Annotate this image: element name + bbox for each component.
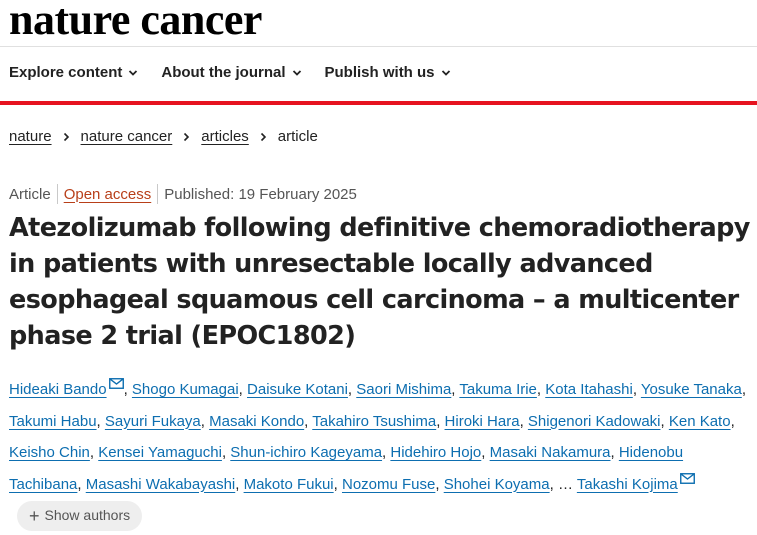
author-link[interactable]: Takuma Irie (459, 381, 537, 398)
author-link[interactable]: Hidehiro Hojo (390, 444, 481, 461)
main-nav: Explore content About the journal Publis… (9, 64, 474, 81)
breadcrumb-articles[interactable]: articles (201, 128, 249, 145)
breadcrumb-nature-cancer[interactable]: nature cancer (81, 128, 173, 145)
nav-publish-with-us[interactable]: Publish with us (325, 64, 451, 81)
nav-item-label: Publish with us (324, 64, 435, 81)
published-date: Published: 19 February 2025 (164, 185, 357, 203)
breadcrumb-current: article (277, 128, 318, 145)
author-link[interactable]: Hideaki Bando (9, 381, 107, 398)
author-link[interactable]: Takumi Habu (9, 413, 97, 430)
nav-item-label: About the journal (161, 64, 286, 81)
chevron-down-icon (292, 69, 301, 76)
author-ellipsis: … (557, 475, 573, 493)
accent-bar (0, 101, 757, 105)
author-link[interactable]: Kota Itahashi (545, 381, 633, 398)
author-link[interactable]: Hiroki Hara (445, 413, 520, 430)
author-link[interactable]: Shogo Kumagai (132, 381, 239, 398)
journal-logo[interactable]: nature cancer (9, 0, 262, 45)
chevron-right-icon (184, 132, 190, 141)
article-title: Atezolizumab following definitive chemor… (9, 213, 750, 351)
mail-icon[interactable] (108, 378, 124, 389)
author-link[interactable]: Takashi Kojima (577, 476, 678, 493)
plus-icon: + (29, 506, 40, 527)
author-link[interactable]: Shigenori Kadowaki (528, 413, 661, 430)
author-link[interactable]: Ken Kato (669, 413, 731, 430)
chevron-down-icon (441, 69, 450, 76)
chevron-down-icon (129, 69, 138, 76)
meta-divider (157, 184, 159, 204)
author-link[interactable]: Masaki Kondo (209, 413, 304, 430)
author-list: Hideaki Bando, Shogo Kumagai, Daisuke Ko… (9, 374, 749, 532)
chevron-right-icon (260, 132, 266, 141)
article-meta: Article Open access Published: 19 Februa… (9, 184, 357, 204)
show-authors-label: Show authors (44, 507, 131, 524)
author-link[interactable]: Masaki Nakamura (490, 444, 611, 461)
author-link[interactable]: Shohei Koyama (444, 476, 550, 493)
breadcrumb-nature[interactable]: nature (9, 128, 52, 145)
breadcrumb: nature nature cancer articles article (9, 128, 318, 145)
author-link[interactable]: Masashi Wakabayashi (86, 476, 236, 493)
author-link[interactable]: Shun-ichiro Kageyama (230, 444, 382, 461)
author-link[interactable]: Kensei Yamaguchi (98, 444, 222, 461)
author-link[interactable]: Nozomu Fuse (342, 476, 435, 493)
author-link[interactable]: Saori Mishima (356, 381, 451, 398)
nav-about-journal[interactable]: About the journal (161, 64, 301, 81)
open-access-link[interactable]: Open access (64, 186, 152, 203)
nav-item-label: Explore content (9, 64, 123, 81)
show-authors-button[interactable]: + Show authors (17, 501, 143, 532)
author-link[interactable]: Yosuke Tanaka (641, 381, 742, 398)
header-divider (0, 46, 757, 47)
nav-explore-content[interactable]: Explore content (9, 64, 138, 81)
chevron-right-icon (63, 132, 69, 141)
author-link[interactable]: Sayuri Fukaya (105, 413, 201, 430)
meta-divider (56, 184, 58, 204)
author-link[interactable]: Makoto Fukui (244, 476, 334, 493)
author-link[interactable]: Daisuke Kotani (247, 381, 348, 398)
mail-icon[interactable] (679, 472, 695, 484)
author-link[interactable]: Takahiro Tsushima (312, 413, 436, 430)
article-type: Article (9, 185, 51, 203)
author-link[interactable]: Keisho Chin (9, 444, 90, 461)
